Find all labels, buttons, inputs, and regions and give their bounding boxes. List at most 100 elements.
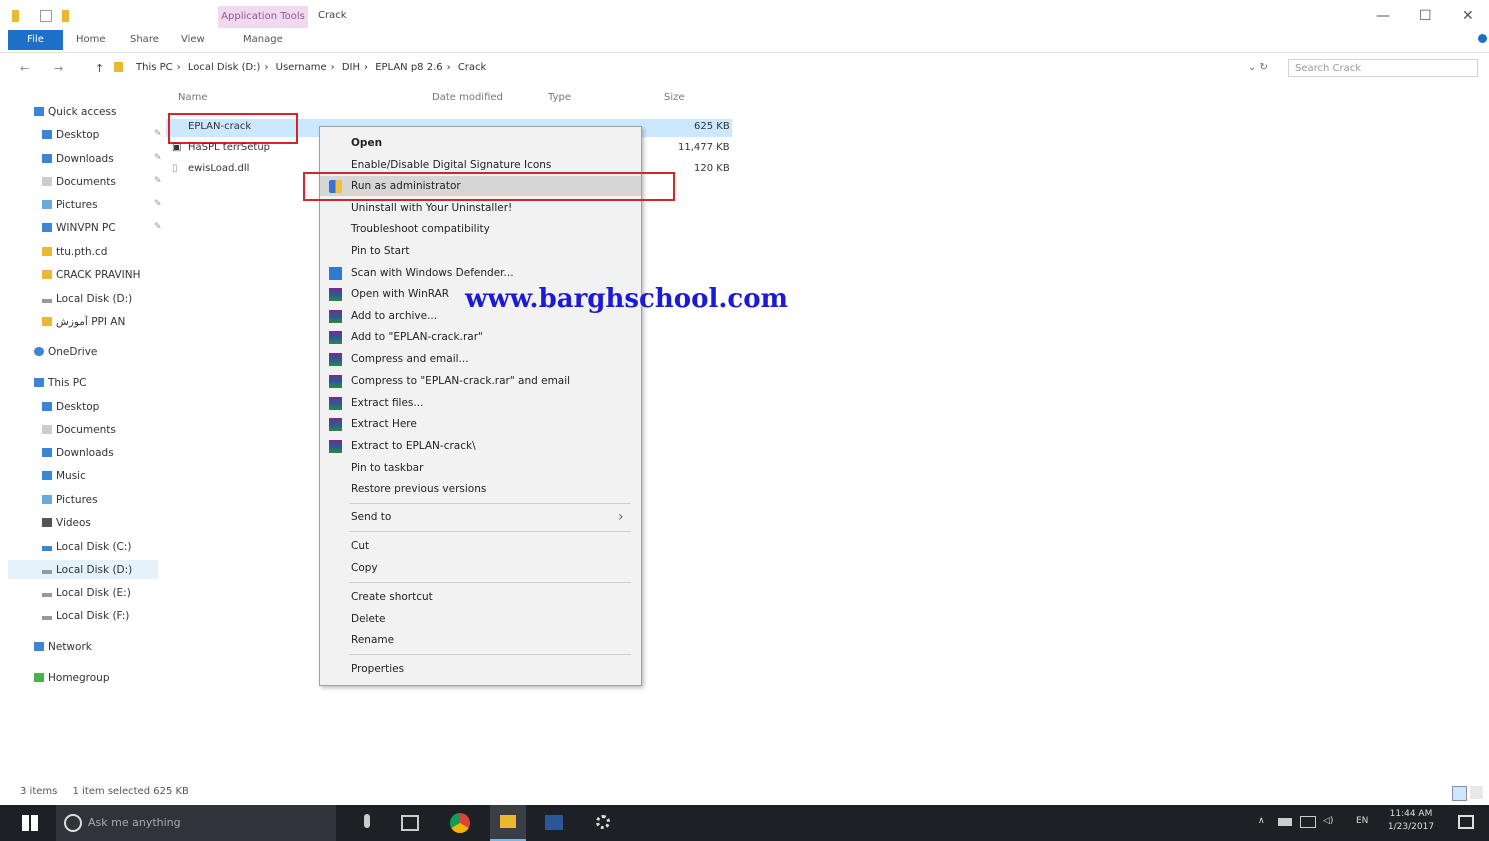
forward-button[interactable]: → [54, 62, 63, 75]
microphone-icon[interactable] [364, 814, 370, 828]
menu-item-restore[interactable]: Restore previous versions [320, 479, 641, 499]
search-input[interactable]: Search Crack [1288, 59, 1478, 77]
menu-item-send-to[interactable]: Send to › [320, 507, 641, 527]
nav-item[interactable]: Videos [42, 517, 91, 529]
tab-home[interactable]: Home [76, 34, 106, 45]
tab-view[interactable]: View [181, 34, 205, 45]
start-icon[interactable] [22, 815, 38, 831]
menu-item-cut[interactable]: Cut [320, 536, 641, 556]
folder-icon [42, 317, 52, 326]
nav-item[interactable]: Pictures ✎ [42, 199, 162, 211]
crumb[interactable]: This PC [136, 62, 173, 73]
nav-item[interactable]: Local Disk (E:) [42, 587, 131, 599]
nav-item[interactable]: Pictures [42, 494, 98, 506]
desktop-icon [42, 402, 52, 411]
up-button[interactable]: ↑ [95, 62, 104, 75]
menu-item-add-named[interactable]: Add to "EPLAN-crack.rar" [320, 327, 641, 347]
menu-item-open[interactable]: Open [320, 133, 641, 153]
column-header-name[interactable]: Name [178, 92, 208, 103]
nav-item[interactable]: Local Disk (D:) [42, 564, 132, 576]
menu-item-defender[interactable]: Scan with Windows Defender... [320, 263, 641, 283]
nav-item[interactable]: Music [42, 470, 86, 482]
menu-item-delete[interactable]: Delete [320, 609, 641, 629]
settings-gear-icon[interactable] [596, 815, 610, 829]
cortana-search[interactable]: Ask me anything [56, 805, 336, 841]
folder-icon [42, 130, 52, 139]
application-tools-tab[interactable]: Application Tools [218, 6, 308, 28]
crumb[interactable]: EPLAN p8 2.6 [375, 62, 442, 73]
nav-onedrive[interactable]: OneDrive [34, 346, 97, 358]
crumb[interactable]: DIH [342, 62, 360, 73]
winrar-icon [329, 397, 342, 410]
folder-icon [500, 815, 516, 828]
properties-icon[interactable] [40, 10, 52, 22]
tab-manage[interactable]: Manage [243, 34, 283, 45]
breadcrumb[interactable]: This PC › Local Disk (D:) › Username › DIH ›… [136, 62, 490, 73]
menu-item-uninstall[interactable]: Uninstall with Your Uninstaller! [320, 198, 641, 218]
nav-homegroup[interactable]: Homegroup [34, 672, 110, 684]
menu-item-extract-files[interactable]: Extract files... [320, 393, 641, 413]
nav-item[interactable]: WINVPN PC ✎ [42, 222, 162, 234]
battery-icon[interactable] [1278, 818, 1292, 826]
network-icon[interactable] [1300, 816, 1316, 828]
menu-item-properties[interactable]: Properties [320, 659, 641, 679]
close-button[interactable]: ✕ [1462, 8, 1474, 24]
pin-icon: ✎ [154, 176, 162, 186]
column-header-size[interactable]: Size [664, 92, 685, 103]
crumb[interactable]: Crack [458, 62, 487, 73]
show-hidden-icons-icon[interactable]: ∧ [1258, 816, 1265, 826]
nav-item[interactable]: Local Disk (D:) [42, 293, 132, 305]
nav-item[interactable]: CRACK PRAVINH [42, 269, 141, 281]
pc-icon [42, 223, 52, 232]
column-header-date[interactable]: Date modified [432, 92, 503, 103]
clock[interactable]: 11:44 AM 1/23/2017 [1386, 809, 1436, 832]
word-icon[interactable] [545, 815, 563, 830]
input-language[interactable]: EN [1356, 816, 1368, 826]
nav-item[interactable]: Desktop [42, 401, 99, 413]
task-view-icon[interactable] [401, 815, 419, 831]
winrar-icon [329, 418, 342, 431]
nav-item[interactable]: Downloads ✎ [42, 153, 162, 165]
nav-item[interactable]: Documents ✎ [42, 176, 162, 188]
menu-item-compress-named-email[interactable]: Compress to "EPLAN-crack.rar" and email [320, 371, 641, 391]
back-button[interactable]: ← [20, 62, 29, 75]
column-header-type[interactable]: Type [548, 92, 571, 103]
drive-icon [42, 299, 52, 303]
menu-item-compress-email[interactable]: Compress and email... [320, 349, 641, 369]
menu-item-pin-taskbar[interactable]: Pin to taskbar [320, 458, 641, 478]
maximize-button[interactable]: ☐ [1419, 8, 1432, 24]
address-dropdown-icon[interactable]: ⌄ ↻ [1248, 62, 1268, 73]
nav-item[interactable]: آموزش PPI AN [42, 316, 125, 328]
minimize-button[interactable]: — [1376, 8, 1390, 24]
menu-item-extract-to[interactable]: Extract to EPLAN-crack\ [320, 436, 641, 456]
new-folder-icon[interactable] [62, 10, 69, 22]
menu-item-extract-here[interactable]: Extract Here [320, 414, 641, 434]
menu-item-troubleshoot[interactable]: Troubleshoot compatibility [320, 219, 641, 239]
tab-file[interactable]: File [8, 30, 63, 50]
tab-share[interactable]: Share [130, 34, 159, 45]
nav-network[interactable]: Network [34, 641, 92, 653]
help-icon[interactable] [1478, 34, 1487, 43]
menu-item-copy[interactable]: Copy [320, 558, 641, 578]
defender-icon [329, 267, 342, 280]
menu-item-rename[interactable]: Rename [320, 630, 641, 650]
nav-item[interactable]: ttu.pth.cd [42, 246, 107, 258]
action-center-icon[interactable] [1458, 815, 1474, 829]
details-view-icon[interactable] [1452, 786, 1467, 801]
nav-item[interactable]: Local Disk (C:) [42, 541, 132, 553]
nav-item[interactable]: Documents [42, 424, 116, 436]
menu-item-pin-start[interactable]: Pin to Start [320, 241, 641, 261]
nav-item[interactable]: Downloads [42, 447, 114, 459]
download-icon [42, 154, 52, 163]
nav-item[interactable]: Desktop ✎ [42, 129, 162, 141]
nav-this-pc[interactable]: This PC [34, 377, 86, 389]
menu-item-create-shortcut[interactable]: Create shortcut [320, 587, 641, 607]
pin-icon: ✎ [154, 199, 162, 209]
crumb[interactable]: Local Disk (D:) [188, 62, 261, 73]
large-icons-view-icon[interactable] [1470, 786, 1483, 799]
crumb[interactable]: Username [276, 62, 327, 73]
chrome-icon[interactable] [450, 813, 470, 833]
nav-item[interactable]: Local Disk (F:) [42, 610, 129, 622]
volume-icon[interactable]: ◁) [1323, 816, 1333, 826]
nav-quick-access[interactable]: Quick access [34, 106, 116, 118]
